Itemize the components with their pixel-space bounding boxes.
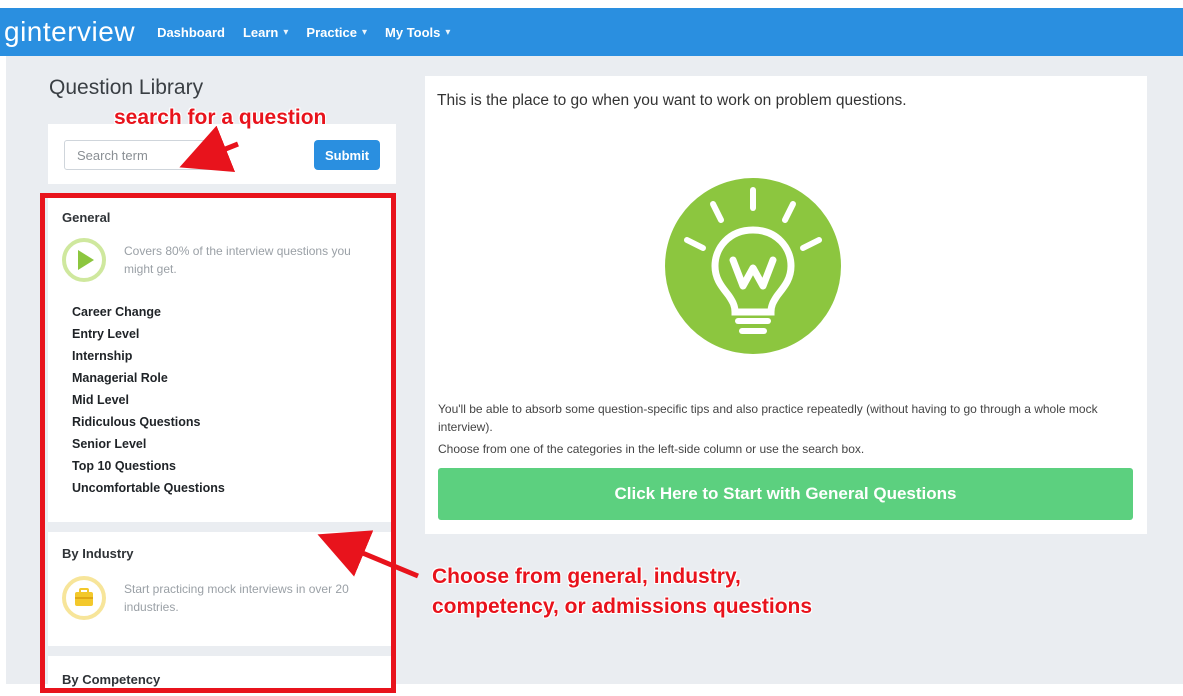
- annotation-choose-line-2: competency, or admissions questions: [432, 595, 813, 618]
- annotation-choose-line-1: Choose from general, industry,: [432, 565, 741, 588]
- annotation-choose-note: Choose from general, industry, competenc…: [432, 562, 812, 622]
